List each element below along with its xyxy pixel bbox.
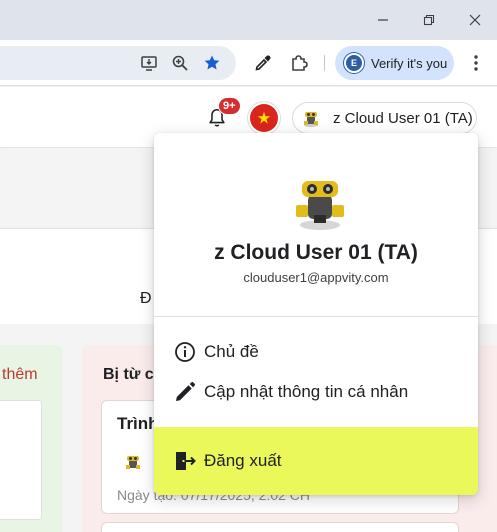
kebab-icon bbox=[474, 55, 478, 71]
task-card-title: Trình bbox=[117, 414, 159, 433]
tab-label-partial[interactable]: Đ bbox=[140, 290, 152, 308]
eyedropper-icon bbox=[255, 55, 271, 71]
menu-item-label: Chủ đề bbox=[204, 342, 259, 361]
profile-verify-button[interactable]: E Verify it's you bbox=[335, 46, 454, 80]
red-column-title: Bị từ c bbox=[103, 366, 154, 383]
install-app-icon[interactable] bbox=[138, 52, 160, 74]
user-menu-button[interactable]: z Cloud User 01 (TA) bbox=[292, 102, 477, 134]
task-card-avatar-icon bbox=[126, 456, 140, 469]
extensions-button[interactable] bbox=[288, 52, 310, 74]
menu-item-label: Cập nhật thông tin cá nhân bbox=[204, 382, 409, 401]
toolbar-separator bbox=[324, 55, 325, 71]
logout-menu-item[interactable]: Đăng xuất bbox=[154, 427, 478, 495]
pencil-icon bbox=[176, 381, 196, 401]
green-column-title: thêm bbox=[2, 366, 38, 383]
verify-label: Verify it's you bbox=[371, 55, 448, 71]
task-card-2[interactable] bbox=[101, 522, 459, 532]
browser-titlebar bbox=[0, 0, 497, 40]
zoom-icon[interactable] bbox=[169, 52, 191, 74]
green-column-card[interactable] bbox=[0, 400, 42, 520]
profile-large-avatar-icon bbox=[296, 181, 344, 230]
star-icon bbox=[204, 55, 220, 70]
close-window-button[interactable] bbox=[461, 8, 489, 32]
browser-menu-button[interactable] bbox=[464, 52, 488, 74]
user-dropdown-menu: z Cloud User 01 (TA) clouduser1@appvity.… bbox=[154, 133, 478, 495]
logout-label: Đăng xuất bbox=[204, 451, 282, 470]
info-icon bbox=[175, 342, 195, 362]
profile-avatar: E bbox=[344, 53, 364, 73]
logout-icon bbox=[176, 452, 196, 470]
menu-item-theme[interactable]: Chủ đề bbox=[154, 332, 478, 372]
user-avatar-icon bbox=[304, 112, 318, 127]
language-switcher[interactable] bbox=[250, 104, 278, 132]
user-chip-name: z Cloud User 01 (TA) bbox=[333, 109, 473, 127]
zoom-in-icon bbox=[172, 55, 188, 71]
close-icon bbox=[469, 14, 481, 26]
bookmark-star-button[interactable] bbox=[201, 52, 223, 74]
restore-icon bbox=[423, 14, 435, 26]
browser-toolbar: E Verify it's you bbox=[0, 40, 497, 86]
notification-count-badge: 9+ bbox=[218, 97, 241, 115]
restore-button[interactable] bbox=[415, 8, 443, 32]
vietnam-flag-icon bbox=[257, 111, 271, 124]
menu-divider bbox=[154, 316, 478, 317]
minimize-button[interactable] bbox=[369, 8, 397, 32]
puzzle-icon bbox=[292, 55, 308, 71]
eyedropper-extension[interactable] bbox=[252, 52, 274, 74]
menu-item-update-profile[interactable]: Cập nhật thông tin cá nhân bbox=[154, 372, 478, 412]
minimize-icon bbox=[378, 19, 388, 21]
install-icon bbox=[141, 56, 157, 71]
profile-email: clouduser1@appvity.com bbox=[243, 270, 389, 285]
profile-name: z Cloud User 01 (TA) bbox=[214, 241, 418, 264]
